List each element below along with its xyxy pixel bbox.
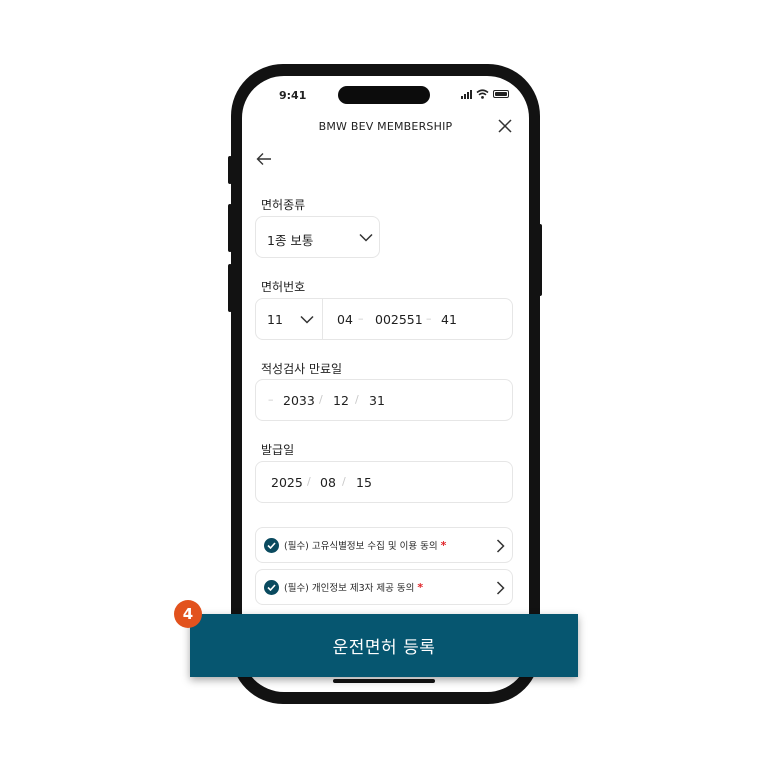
dynamic-island [338,86,430,104]
checkbox-checked-icon[interactable] [264,538,279,553]
license-number-part2[interactable]: 002551 [375,312,423,327]
wifi-icon [476,89,489,99]
issue-date-month: 08 [320,475,336,490]
chevron-down-icon [300,315,314,324]
license-number-separator: – [426,312,432,325]
license-type-select[interactable]: 1종 보통 [255,216,380,258]
license-number-label: 면허번호 [261,280,306,294]
license-type-value: 1종 보통 [267,233,314,248]
cellular-signal-icon [461,89,472,99]
aptitude-expiry-month: 12 [333,393,349,408]
aptitude-expiry-prefix: – [268,393,274,406]
arrow-left-icon[interactable] [256,152,272,166]
license-number-separator: – [358,312,364,325]
license-type-label: 면허종류 [261,198,306,212]
issue-date-label: 발급일 [261,443,295,457]
status-time: 9:41 [279,89,307,102]
phone-screen: 9:41 BMW BEV MEMBERSHIP 면허종류 1종 보통 면허번호 … [242,76,529,692]
aptitude-expiry-day: 31 [369,393,385,408]
chevron-down-icon [359,233,373,242]
required-mark: * [417,581,424,594]
issue-date-field[interactable]: 2025 / 08 / 15 [255,461,513,503]
required-mark: * [440,539,447,552]
header-title: BMW BEV MEMBERSHIP [318,120,453,133]
agreement-item[interactable]: (필수) 고유식별정보 수집 및 이용 동의 * [255,527,513,563]
date-separator: / [307,475,311,488]
date-separator: / [319,393,323,406]
agreement-label: (필수) 개인정보 제3자 제공 동의 [284,583,415,594]
status-icons [461,89,509,99]
date-separator: / [355,393,359,406]
license-region-value: 11 [267,312,283,327]
checkbox-checked-icon[interactable] [264,580,279,595]
close-icon[interactable] [497,118,513,134]
battery-icon [493,90,509,98]
license-number-part1[interactable]: 04 [337,312,353,327]
issue-date-day: 15 [356,475,372,490]
aptitude-expiry-field[interactable]: – 2033 / 12 / 31 [255,379,513,421]
home-indicator [333,679,435,683]
agreement-text: (필수) 고유식별정보 수집 및 이용 동의 * [284,538,446,552]
agreement-label: (필수) 고유식별정보 수집 및 이용 동의 [284,541,438,552]
agreement-item[interactable]: (필수) 개인정보 제3자 제공 동의 * [255,569,513,605]
aptitude-expiry-year: 2033 [283,393,315,408]
chevron-right-icon[interactable] [496,539,505,553]
agreement-text: (필수) 개인정보 제3자 제공 동의 * [284,580,423,594]
chevron-right-icon[interactable] [496,581,505,595]
aptitude-expiry-label: 적성검사 만료일 [261,362,343,376]
step-badge: 4 [174,600,202,628]
register-license-button[interactable]: 운전면허 등록 [190,614,578,677]
issue-date-year: 2025 [271,475,303,490]
license-region-select[interactable]: 11 [256,299,323,339]
license-number-field: 11 04 – 002551 – 41 [255,298,513,340]
license-number-part3[interactable]: 41 [441,312,457,327]
date-separator: / [342,475,346,488]
